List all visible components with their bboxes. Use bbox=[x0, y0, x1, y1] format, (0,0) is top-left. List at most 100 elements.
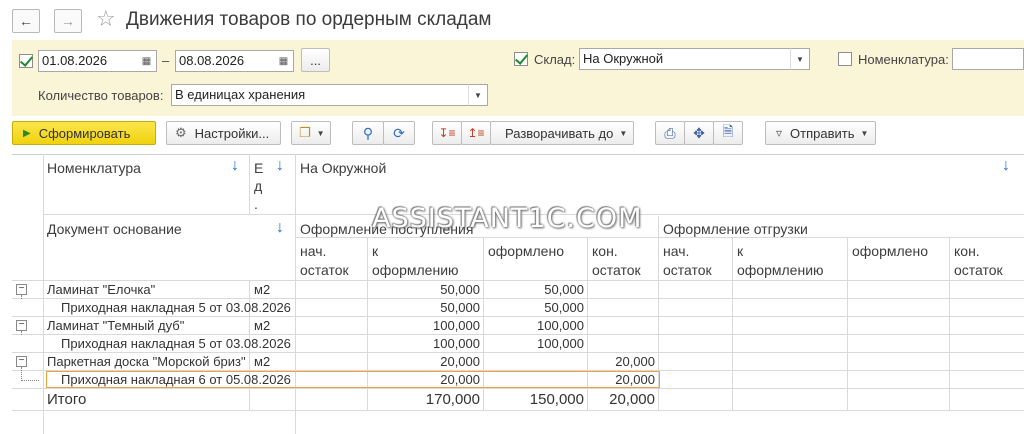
search-button[interactable]: ⚲ bbox=[352, 121, 384, 145]
col-processed[interactable]: оформлено bbox=[852, 243, 928, 259]
col-end-balance[interactable]: кон. bbox=[954, 243, 980, 259]
calendar-icon[interactable]: ▦ bbox=[137, 50, 157, 72]
period-select-button[interactable]: ... bbox=[301, 48, 330, 72]
qty-field[interactable]: В единицах хранения bbox=[171, 84, 469, 106]
variant-button[interactable]: ❐ ▼ bbox=[291, 121, 331, 145]
watermark: ASSISTANT1C.COM bbox=[372, 203, 643, 234]
col-end-balance-line2: остаток bbox=[954, 262, 1003, 278]
warehouse-label: Склад: bbox=[534, 52, 576, 67]
row-end-balance: 20,000 bbox=[615, 372, 655, 387]
sort-descending-icon: ↧≡ bbox=[438, 126, 456, 140]
header-unit-line2: д bbox=[254, 178, 263, 194]
total-label: Итого bbox=[47, 391, 87, 408]
row-to-process: 50,000 bbox=[440, 282, 480, 297]
qty-label: Количество товаров: bbox=[38, 88, 164, 103]
col-start-balance-line2: остаток bbox=[663, 262, 712, 278]
row-to-process: 20,000 bbox=[440, 372, 480, 387]
print-button[interactable]: ⎙ bbox=[655, 121, 685, 145]
col-start-balance[interactable]: нач. bbox=[663, 243, 689, 259]
warehouse-checkbox[interactable] bbox=[514, 52, 528, 66]
calendar-icon[interactable]: ▦ bbox=[274, 50, 294, 72]
row-name: Приходная накладная 5 от 03.08.2026 bbox=[61, 300, 291, 315]
row-processed: 100,000 bbox=[537, 318, 584, 333]
move-arrows-icon: ✥ bbox=[693, 124, 705, 141]
chevron-down-icon[interactable]: ▼ bbox=[468, 84, 488, 106]
send-button[interactable]: ▿ Отправить ▼ bbox=[765, 121, 876, 145]
total-processed: 150,000 bbox=[529, 391, 584, 408]
sort-down-icon[interactable]: ↓ bbox=[1002, 157, 1010, 175]
collapse-icon[interactable]: − bbox=[16, 284, 27, 295]
col-to-process-line2: оформлению bbox=[372, 262, 459, 278]
chevron-down-icon[interactable]: ▼ bbox=[790, 48, 810, 70]
printer-icon: ⎙ bbox=[664, 124, 676, 141]
sort-down-icon[interactable]: ↓ bbox=[276, 219, 284, 237]
row-end-balance: 20,000 bbox=[615, 354, 655, 369]
row-processed: 50,000 bbox=[544, 282, 584, 297]
date-separator: – bbox=[162, 53, 170, 68]
row-name: Приходная накладная 6 от 05.08.2026 bbox=[61, 372, 291, 387]
preview-button[interactable]: 🗎 bbox=[713, 121, 743, 145]
collapse-icon[interactable]: − bbox=[16, 356, 27, 367]
sort-asc-button[interactable]: ↥≡ bbox=[461, 121, 491, 145]
sort-down-icon[interactable]: ↓ bbox=[276, 157, 284, 175]
total-to-process: 170,000 bbox=[425, 391, 480, 408]
col-to-process-line2: оформлению bbox=[737, 262, 824, 278]
back-button[interactable]: ← bbox=[12, 9, 40, 33]
sort-ascending-icon: ↥≡ bbox=[467, 126, 485, 140]
row-processed: 100,000 bbox=[537, 336, 584, 351]
col-end-balance[interactable]: кон. bbox=[592, 243, 618, 259]
col-start-balance[interactable]: нач. bbox=[300, 243, 326, 259]
copy-icon: ❐ bbox=[299, 125, 311, 140]
col-to-process[interactable]: к bbox=[372, 243, 378, 259]
row-name: Приходная накладная 5 от 03.08.2026 bbox=[61, 336, 291, 351]
favorite-star-icon[interactable]: ☆ bbox=[96, 6, 116, 32]
page-preview-icon: 🗎 bbox=[722, 123, 734, 139]
header-warehouse[interactable]: На Окружной bbox=[300, 160, 386, 176]
sort-desc-button[interactable]: ↧≡ bbox=[432, 121, 462, 145]
row-to-process: 100,000 bbox=[433, 318, 480, 333]
row-unit: м2 bbox=[254, 318, 271, 333]
search-refresh-button[interactable]: ⟳ bbox=[383, 121, 415, 145]
col-end-balance-line2: остаток bbox=[592, 262, 641, 278]
period-checkbox[interactable] bbox=[19, 54, 33, 68]
search-icon: ⚲ bbox=[362, 124, 374, 141]
row-to-process: 20,000 bbox=[440, 354, 480, 369]
chevron-down-icon: ▼ bbox=[860, 128, 869, 138]
row-to-process: 50,000 bbox=[440, 300, 480, 315]
forward-button[interactable]: → bbox=[54, 9, 82, 33]
arrow-left-icon: ← bbox=[19, 13, 33, 29]
nomenclature-field[interactable] bbox=[952, 48, 1024, 70]
move-button[interactable]: ✥ bbox=[684, 121, 714, 145]
send-icon: ▿ bbox=[776, 126, 783, 140]
header-shipment[interactable]: Оформление отгрузки bbox=[663, 221, 808, 237]
expand-to-button[interactable]: Разворачивать до ▼ bbox=[490, 121, 634, 145]
col-start-balance-line2: остаток bbox=[300, 262, 349, 278]
nomenclature-checkbox[interactable] bbox=[838, 52, 852, 66]
collapse-icon[interactable]: − bbox=[16, 320, 27, 331]
generate-button[interactable]: ▶ Сформировать bbox=[12, 121, 156, 145]
warehouse-field[interactable]: На Окружной bbox=[579, 48, 791, 70]
header-unit[interactable]: Е bbox=[254, 160, 263, 176]
col-to-process[interactable]: к bbox=[737, 243, 743, 259]
col-processed[interactable]: оформлено bbox=[488, 243, 564, 259]
page-title: Движения товаров по ордерным складам bbox=[126, 9, 492, 30]
row-unit: м2 bbox=[254, 282, 271, 297]
row-to-process: 100,000 bbox=[433, 336, 480, 351]
gear-icon: ⚙ bbox=[175, 125, 187, 140]
row-unit: м2 bbox=[254, 354, 271, 369]
play-icon: ▶ bbox=[23, 127, 31, 139]
header-nomenclature[interactable]: Номенклатура bbox=[47, 160, 141, 176]
total-end-balance: 20,000 bbox=[609, 391, 655, 408]
header-doc-basis[interactable]: Документ основание bbox=[47, 221, 182, 237]
chevron-down-icon: ▼ bbox=[619, 128, 628, 138]
arrow-right-icon: → bbox=[61, 13, 75, 29]
row-name: Ламинат "Темный дуб" bbox=[47, 318, 185, 333]
sort-down-icon[interactable]: ↓ bbox=[231, 157, 239, 175]
chevron-down-icon: ▼ bbox=[316, 128, 325, 138]
row-name: Ламинат "Елочка" bbox=[47, 282, 156, 297]
row-name: Паркетная доска "Морской бриз" bbox=[47, 354, 246, 369]
nomenclature-label: Номенклатура: bbox=[858, 52, 949, 67]
row-processed: 50,000 bbox=[544, 300, 584, 315]
settings-button[interactable]: ⚙ Настройки... bbox=[166, 121, 281, 145]
header-unit-line3: . bbox=[254, 196, 258, 212]
